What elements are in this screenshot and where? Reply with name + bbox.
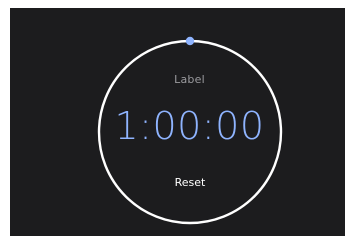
timer-label[interactable]: Label (22, 73, 345, 86)
timer-screen: Label 1:00:00 Reset (10, 8, 345, 236)
reset-button[interactable]: Reset (164, 173, 216, 193)
progress-indicator-dot (185, 36, 195, 46)
timer-time: 1:00:00 (114, 104, 265, 148)
